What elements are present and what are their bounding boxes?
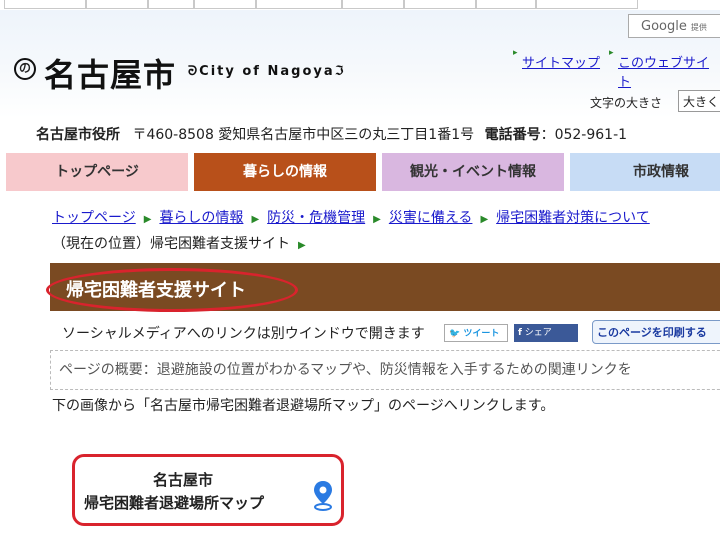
font-size-label: 文字の大きさ [590, 96, 663, 110]
facebook-share-button[interactable]: f シェア [514, 324, 578, 342]
org-name: 名古屋市役所 [36, 127, 120, 143]
city-hall-address: 名古屋市役所 〒460-8508 愛知県名古屋市中区三の丸三丁目1番1号 電話番… [36, 124, 627, 144]
google-provided-label: 提供 [690, 23, 707, 32]
twitter-bird-icon: 🐦 [449, 329, 461, 339]
tweet-button[interactable]: 🐦 ツイート [444, 324, 508, 342]
breadcrumb-separator-icon: ▶ [298, 240, 306, 251]
breadcrumb-separator-icon: ▶ [480, 214, 489, 225]
site-logo-text[interactable]: 名古屋市 [44, 50, 176, 96]
phone-label: 電話番号 [484, 127, 541, 143]
tab-living-info[interactable]: 暮らしの情報 [194, 153, 376, 191]
banner-line-map-title: 帰宅困難者退避場所マップ [84, 494, 265, 512]
about-website-link[interactable]: このウェブサイト [609, 48, 720, 90]
breadcrumb-separator-icon: ▶ [143, 214, 152, 225]
breadcrumb-link-disaster[interactable]: 防災・危機管理 [267, 210, 365, 226]
sitemap-link[interactable]: サイトマップ [513, 48, 600, 71]
social-media-note: ソーシャルメディアへのリンクは別ウインドウで開きます [62, 326, 425, 342]
breadcrumb-link-prepare[interactable]: 災害に備える [389, 210, 473, 226]
breadcrumb-link-stranded[interactable]: 帰宅困難者対策について [496, 210, 650, 226]
highlight-annotation-oval [46, 268, 298, 312]
city-emblem-icon: の [14, 58, 36, 80]
google-search-box[interactable]: Google 提供 [628, 14, 720, 38]
site-logo-english: ᘒCity of Nagoyaℑ [188, 64, 346, 79]
page-summary: ページの概要：退避施設の位置がわかるマップや、防災情報を入手するための関連リンク… [50, 350, 720, 390]
global-nav-tabs: トップページ 暮らしの情報 観光・イベント情報 市政情報 [0, 153, 720, 191]
phone-number: ：052-961-1 [540, 127, 628, 143]
current-location: （現在の位置）帰宅困難者支援サイト ▶ [52, 236, 306, 252]
map-pin-icon [314, 481, 332, 511]
breadcrumb-link-living[interactable]: 暮らしの情報 [159, 210, 243, 226]
google-label: Google [641, 19, 687, 34]
breadcrumb-separator-icon: ▶ [251, 214, 260, 225]
tab-top-page[interactable]: トップページ [6, 153, 188, 191]
postal-address: 〒460-8508 愛知県名古屋市中区三の丸三丁目1番1号 [132, 127, 475, 143]
intro-text: 下の画像から「名古屋市帰宅困難者退避場所マップ」のページへリンクします。 [52, 398, 555, 414]
breadcrumb: トップページ ▶ 暮らしの情報 ▶ 防災・危機管理 ▶ 災害に備える ▶ 帰宅困難者対策について [52, 207, 650, 227]
evacuation-map-banner-link[interactable] [72, 454, 344, 526]
font-size-larger-button[interactable]: 大きく [678, 90, 720, 112]
facebook-icon: f [518, 328, 522, 338]
tab-tourism-events[interactable]: 観光・イベント情報 [382, 153, 564, 191]
tab-city-admin[interactable]: 市政情報 [570, 153, 720, 191]
breadcrumb-link-top[interactable]: トップページ [52, 210, 136, 226]
breadcrumb-separator-icon: ▶ [373, 214, 381, 225]
banner-line-city: 名古屋市 [152, 471, 213, 489]
print-page-button[interactable]: このページを印刷する [592, 320, 720, 344]
top-nav-strip [0, 0, 720, 10]
